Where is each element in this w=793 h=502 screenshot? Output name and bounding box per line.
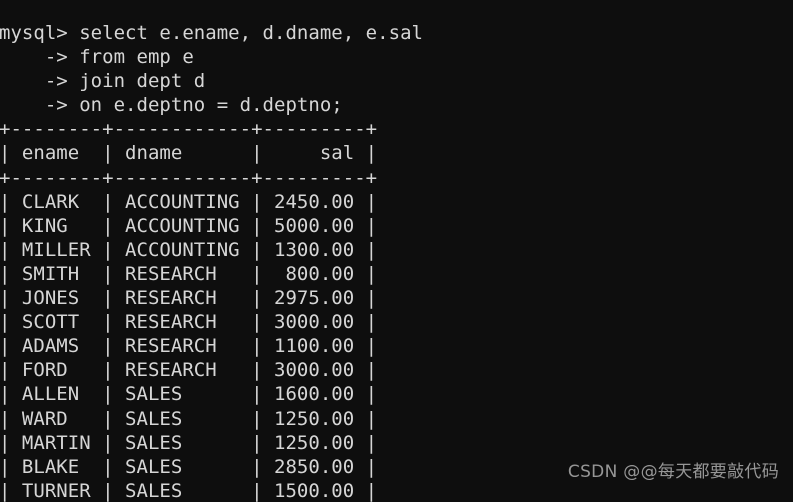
terminal-screen: mysql> select e.ename, d.dname, e.sal ->… (0, 0, 793, 502)
terminal-output[interactable]: mysql> select e.ename, d.dname, e.sal ->… (0, 19, 423, 502)
csdn-watermark: CSDN @@每天都要敲代码 (567, 462, 779, 482)
terminal-text: mysql> select e.ename, d.dname, e.sal ->… (0, 22, 423, 502)
